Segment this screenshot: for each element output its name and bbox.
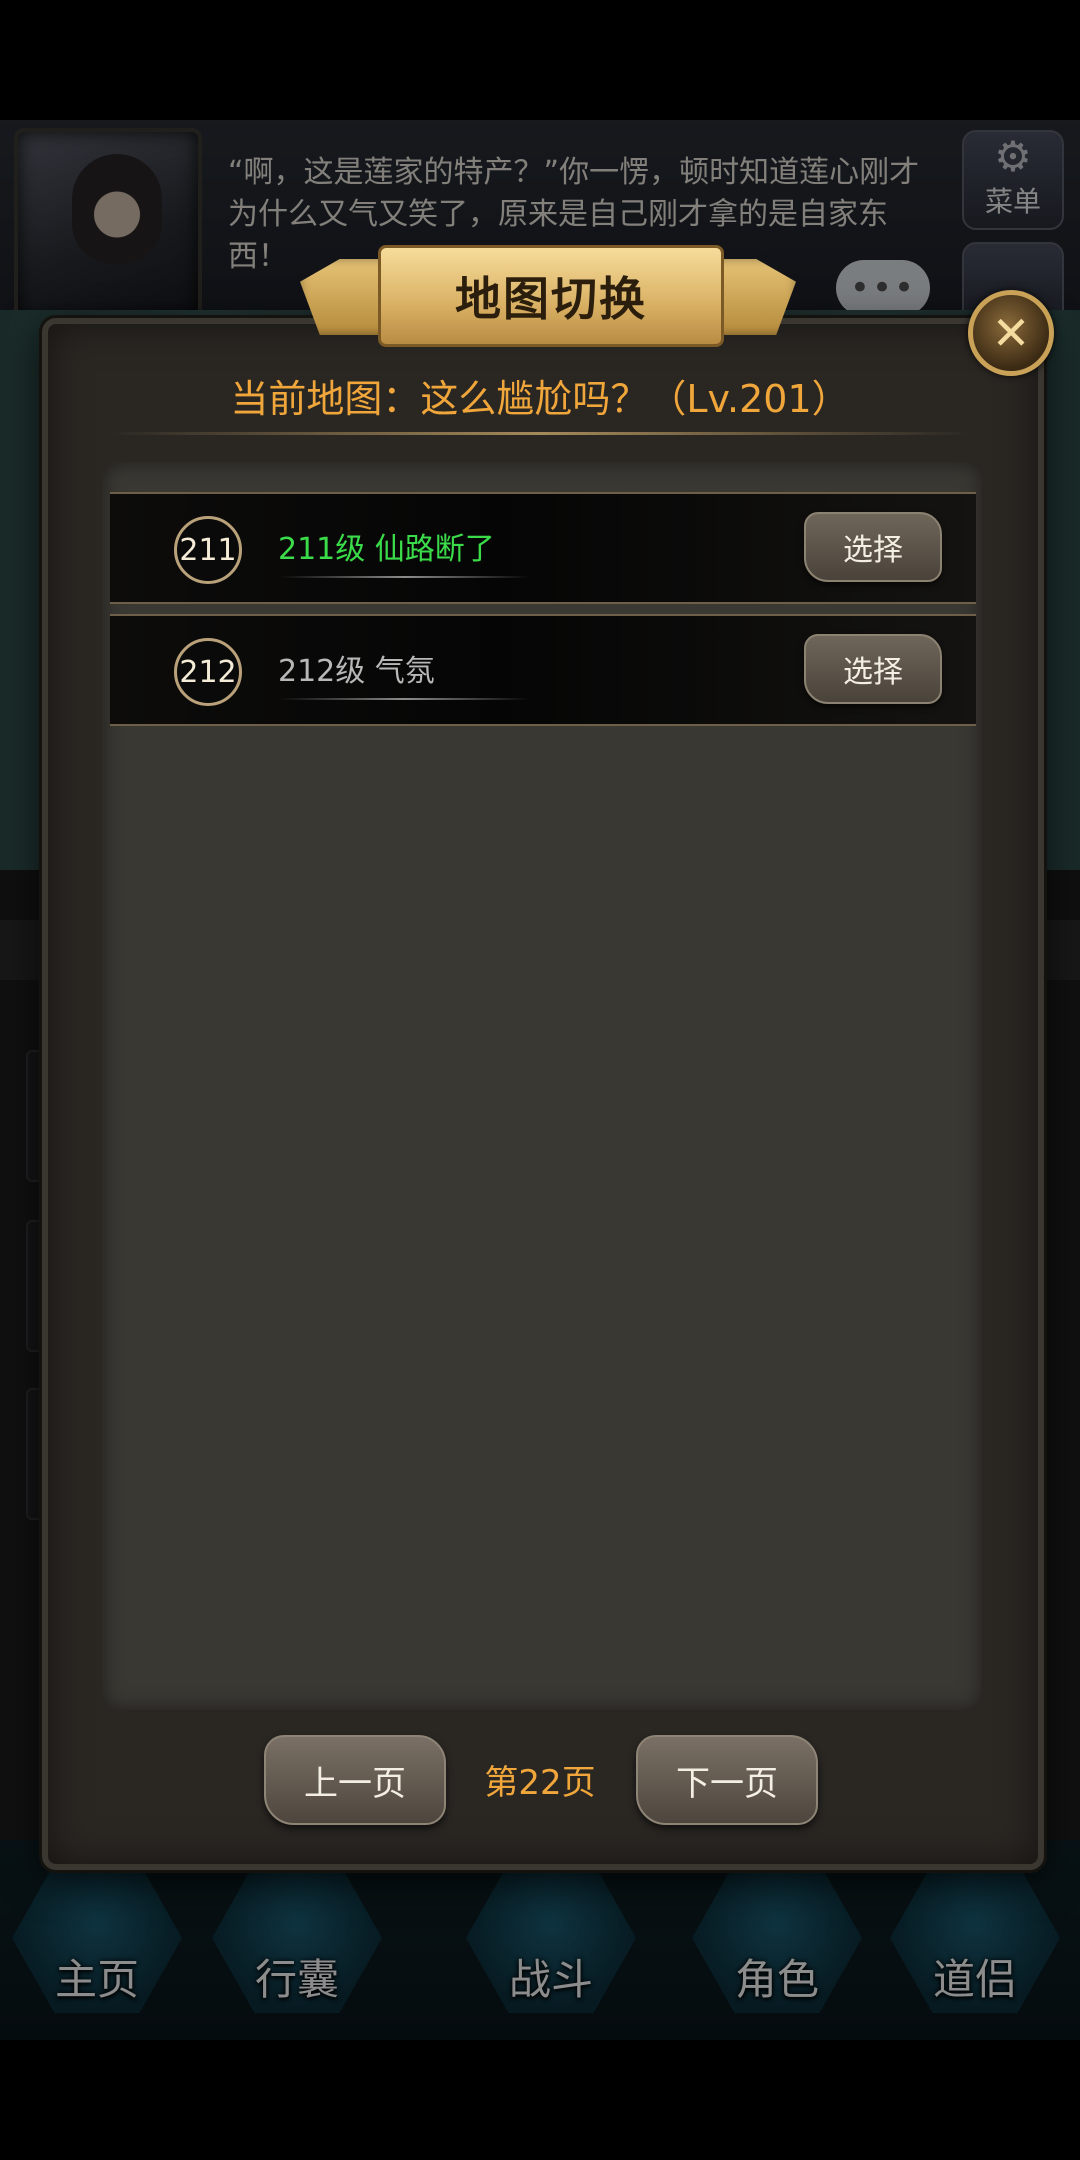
divider (280, 698, 530, 700)
close-icon: ✕ (991, 306, 1031, 360)
dialog-title-banner: 地图切换 (300, 245, 796, 347)
map-level-badge: 211 (174, 516, 242, 584)
current-map-label: 当前地图：这么尴尬吗？（Lv.201） (230, 376, 850, 421)
banner-plate: 地图切换 (378, 245, 724, 347)
pagination: 上一页 第22页 下一页 (0, 1735, 1080, 1825)
map-name: 211级 仙路断了 (278, 532, 495, 567)
map-list-item[interactable]: 212 212级 气氛 选择 (110, 614, 976, 726)
prev-page-button[interactable]: 上一页 (264, 1735, 446, 1825)
page-indicator: 第22页 (484, 1763, 596, 1803)
map-level-badge: 212 (174, 638, 242, 706)
select-map-button[interactable]: 选择 (804, 634, 942, 704)
next-page-button[interactable]: 下一页 (636, 1735, 818, 1825)
divider (280, 576, 530, 578)
divider (110, 432, 970, 435)
map-list-item[interactable]: 211 211级 仙路断了 选择 (110, 492, 976, 604)
dialog-title: 地图切换 (455, 272, 647, 326)
select-map-button[interactable]: 选择 (804, 512, 942, 582)
map-name: 212级 气氛 (278, 654, 435, 689)
